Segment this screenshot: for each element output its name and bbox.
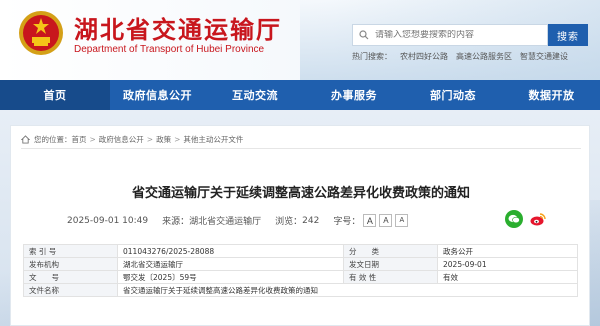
info-value: 省交通运输厅关于延续调整高速公路差异化收费政策的通知	[117, 283, 578, 297]
info-value: 2025-09-01	[437, 257, 578, 271]
nav-item-open-data[interactable]: 数据开放	[503, 80, 600, 110]
nav-item-home[interactable]: 首页	[0, 80, 110, 110]
publish-date: 2025-09-01 10:49	[67, 215, 149, 226]
nav-item-interaction[interactable]: 互动交流	[205, 80, 305, 110]
info-key: 分 类	[343, 244, 438, 258]
breadcrumb: 您的位置： 首页 > 政府信息公开 > 政策 > 其他主动公开文件	[21, 134, 243, 145]
share-bar	[499, 210, 547, 228]
info-value: 有效	[437, 270, 578, 284]
table-row: 索 引 号 011043276/2025-28088 分 类 政务公开	[23, 244, 578, 258]
source-label: 来源：	[162, 217, 190, 227]
document-info-table: 索 引 号 011043276/2025-28088 分 类 政务公开 发布机构…	[23, 244, 578, 297]
breadcrumb-separator: >	[146, 135, 154, 144]
breadcrumb-label: 您的位置：	[34, 135, 72, 144]
info-key: 文 号	[23, 270, 118, 284]
views-count: 242	[302, 215, 320, 226]
search-button[interactable]: 搜索	[548, 24, 588, 46]
info-key: 索 引 号	[23, 244, 118, 258]
views-label: 浏览：	[275, 217, 303, 227]
article-panel: 您的位置： 首页 > 政府信息公开 > 政策 > 其他主动公开文件 省交通运输厅…	[10, 125, 590, 326]
table-row: 发布机构 湖北省交通运输厅 发文日期 2025-09-01	[23, 257, 578, 271]
breadcrumb-item[interactable]: 首页	[72, 134, 87, 145]
hot-search-term[interactable]: 农村四好公路	[400, 52, 448, 61]
site-header: 湖北省交通运输厅 Department of Transport of Hube…	[0, 0, 600, 80]
hot-search-term[interactable]: 智慧交通建设	[520, 52, 568, 61]
info-key: 文件名称	[23, 283, 118, 297]
article-meta: 2025-09-01 10:49 来源： 湖北省交通运输厅 浏览： 242 字号： …	[67, 214, 409, 227]
breadcrumb-separator: >	[174, 135, 181, 144]
info-key: 有 效 性	[343, 270, 438, 284]
search-box	[352, 24, 548, 46]
info-key: 发文日期	[343, 257, 438, 271]
info-value: 鄂交发〔2025〕59号	[117, 270, 344, 284]
nav-item-gov-info[interactable]: 政府信息公开	[110, 80, 205, 110]
national-emblem-icon	[19, 11, 63, 55]
info-key: 发布机构	[23, 257, 118, 271]
font-size-small-button[interactable]: A	[395, 214, 409, 227]
search-icon	[353, 25, 375, 45]
breadcrumb-item[interactable]: 政府信息公开	[99, 134, 144, 145]
wechat-icon[interactable]	[505, 210, 523, 228]
weibo-icon[interactable]	[529, 210, 547, 228]
breadcrumb-item[interactable]: 其他主动公开文件	[183, 134, 243, 145]
source-value: 湖北省交通运输厅	[189, 217, 262, 227]
hot-search: 热门搜索： 农村四好公路 高速公路服务区 智慧交通建设	[352, 51, 576, 62]
font-size-label: 字号：	[333, 217, 361, 227]
font-size-medium-button[interactable]: A	[379, 214, 393, 227]
breadcrumb-item[interactable]: 政策	[156, 134, 171, 145]
main-nav: 首页 政府信息公开 互动交流 办事服务 部门动态 数据开放	[0, 80, 600, 110]
nav-item-services[interactable]: 办事服务	[305, 80, 403, 110]
table-row: 文 号 鄂交发〔2025〕59号 有 效 性 有效	[23, 270, 578, 284]
info-value: 湖北省交通运输厅	[117, 257, 344, 271]
hot-search-term[interactable]: 高速公路服务区	[456, 52, 512, 61]
font-size-large-button[interactable]: A	[363, 214, 377, 227]
hot-search-label: 热门搜索：	[352, 52, 392, 61]
table-row: 文件名称 省交通运输厅关于延续调整高速公路差异化收费政策的通知	[23, 283, 578, 297]
info-value: 政务公开	[437, 244, 578, 258]
nav-item-dept-news[interactable]: 部门动态	[403, 80, 503, 110]
search-input[interactable]	[375, 30, 543, 40]
site-title[interactable]: 湖北省交通运输厅	[74, 10, 282, 45]
home-icon	[21, 135, 30, 144]
divider	[21, 148, 581, 149]
info-value: 011043276/2025-28088	[117, 244, 344, 258]
article-title: 省交通运输厅关于延续调整高速公路差异化收费政策的通知	[131, 186, 470, 201]
breadcrumb-separator: >	[89, 135, 96, 144]
site-subtitle: Department of Transport of Hubei Provinc…	[74, 44, 265, 55]
